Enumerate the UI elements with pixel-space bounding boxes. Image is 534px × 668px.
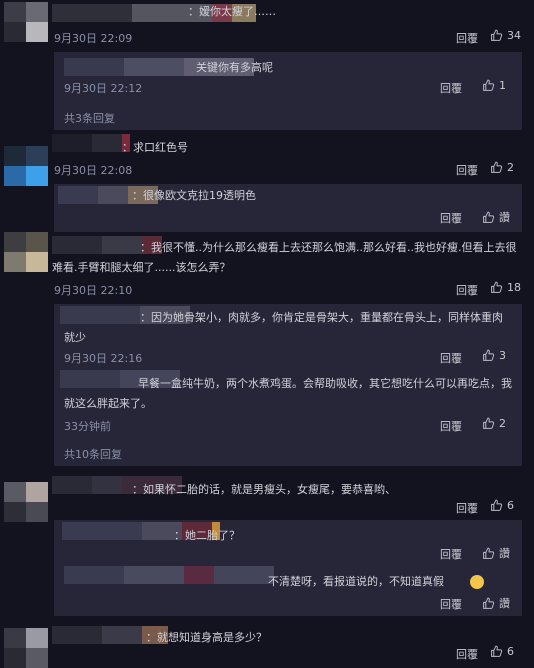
reply-reply-button[interactable]: 回覆 <box>440 210 462 226</box>
view-more-replies-link[interactable]: 共3条回复 <box>64 110 115 126</box>
reply-text: ：她二胎了？ <box>174 529 240 542</box>
comment-2: ：求口红色号 9月30日 22:08 回覆 2 ：很像欧文克拉19透明色 回覆讚 <box>0 0 534 666</box>
reply-reply-button[interactable]: 回覆 <box>440 596 462 612</box>
username-blurred[interactable] <box>52 626 168 644</box>
reply-box <box>54 304 522 466</box>
comment-text: ：如果怀二胎的话，就是男瘦头，女瘦尾，要恭喜哟、 <box>132 483 396 496</box>
reply-text: 不清楚呀，看报道说的，不知道真假 <box>268 575 444 588</box>
thumbs-up-icon <box>483 79 495 91</box>
reply-like-count: 1 <box>499 79 506 92</box>
view-more-replies-link[interactable]: 共10条回复 <box>64 446 122 462</box>
reply-like-count: 3 <box>499 349 506 362</box>
reply-text: ：很像欧文克拉19透明色 <box>132 189 256 202</box>
like-button[interactable]: 6 <box>490 645 514 658</box>
comment-text: ：求口红色号 <box>122 141 188 154</box>
thumbs-up-icon <box>483 211 495 223</box>
reply-username-blurred[interactable] <box>58 186 158 204</box>
like-button[interactable]: 6 <box>490 499 514 512</box>
reply-like-button[interactable]: 讚 <box>482 595 510 611</box>
reply-reply-button[interactable]: 回覆 <box>440 80 462 96</box>
reply-time: 9月30日 22:16 <box>64 352 143 365</box>
reply-like-button[interactable]: 2 <box>482 417 506 430</box>
like-count: 6 <box>507 499 514 512</box>
comment-4: ：如果怀二胎的话，就是男瘦头，女瘦尾，要恭喜哟、 回覆 6 ：她二胎了？ 回覆讚不清楚呀… <box>0 0 534 666</box>
reply-username-blurred[interactable] <box>60 370 180 388</box>
username-blurred[interactable] <box>52 4 256 22</box>
reply-username-blurred[interactable] <box>62 522 220 540</box>
reply-text: 早餐一盒纯牛奶，两个水煮鸡蛋。会帮助吸收，其它想吃什么可以再吃点，我就这么胖起来… <box>64 377 512 410</box>
reply-button[interactable]: 回覆 <box>456 162 478 178</box>
reply-reply-button[interactable]: 回覆 <box>440 418 462 434</box>
reply-box <box>54 184 522 232</box>
reply-like-count: 2 <box>499 417 506 430</box>
reply-like-count: 讚 <box>499 211 510 224</box>
comment-text: ：嫒你太瘦了…… <box>188 5 276 18</box>
reply-like-count: 讚 <box>499 547 510 560</box>
reply-username-blurred[interactable] <box>60 306 190 324</box>
reply-button[interactable]: 回覆 <box>456 282 478 298</box>
avatar[interactable] <box>4 628 48 668</box>
username-blurred[interactable] <box>52 236 162 254</box>
smile-emoji-icon <box>470 575 484 589</box>
reply-reply-button[interactable]: 回覆 <box>440 350 462 366</box>
thumbs-up-icon <box>491 499 503 511</box>
reply-like-button[interactable]: 3 <box>482 349 506 362</box>
like-count: 34 <box>507 29 521 42</box>
reply-username-blurred[interactable] <box>64 58 254 76</box>
thumbs-up-icon <box>491 645 503 657</box>
like-count: 2 <box>507 161 514 174</box>
thumbs-up-icon <box>483 349 495 361</box>
reply-text: 关键你有多高呢 <box>196 61 273 74</box>
like-count: 18 <box>507 281 521 294</box>
username-blurred[interactable] <box>52 476 182 494</box>
reply-reply-button[interactable]: 回覆 <box>440 546 462 562</box>
thumbs-up-icon <box>483 417 495 429</box>
reply-box <box>54 370 522 438</box>
avatar[interactable] <box>4 2 48 42</box>
like-button[interactable]: 34 <box>490 29 521 42</box>
thumbs-up-icon <box>483 597 495 609</box>
reply-like-button[interactable]: 讚 <box>482 209 510 225</box>
username-blurred[interactable] <box>52 134 130 152</box>
comment-text: ：就想知道身高是多少？ <box>146 631 267 644</box>
comment-time: 9月30日 22:10 <box>54 284 133 297</box>
avatar[interactable] <box>4 232 48 272</box>
reply-button[interactable]: 回覆 <box>456 646 478 662</box>
avatar[interactable] <box>4 482 48 522</box>
thumbs-up-icon <box>491 161 503 173</box>
reply-box <box>54 52 522 130</box>
like-count: 6 <box>507 645 514 658</box>
like-button[interactable]: 18 <box>490 281 521 294</box>
thumbs-up-icon <box>491 281 503 293</box>
comment-1: ：嫒你太瘦了…… 9月30日 22:09 回覆 34 关键你有多高呢 9月30日 22:1… <box>0 0 534 666</box>
reply-time: 9月30日 22:12 <box>64 82 143 95</box>
reply-time: 33分钟前 <box>64 420 111 433</box>
comment-5: ：就想知道身高是多少？ 回覆 6 <box>0 0 534 668</box>
comment-time: 9月30日 22:08 <box>54 164 133 177</box>
comment-3: ：我很不懂..为什么那么瘦看上去还那么饱满..那么好看..我也好瘦.但看上去很难… <box>0 0 534 666</box>
thumbs-up-icon <box>483 547 495 559</box>
reply-button[interactable]: 回覆 <box>456 30 478 46</box>
reply-box <box>54 520 522 616</box>
avatar[interactable] <box>4 146 48 186</box>
comment-text: ：我很不懂..为什么那么瘦看上去还那么饱满..那么好看..我也好瘦.但看上去很难… <box>52 241 517 274</box>
thumbs-up-icon <box>491 29 503 41</box>
reply-like-count: 讚 <box>499 597 510 610</box>
reply-username-blurred[interactable] <box>64 566 274 584</box>
like-button[interactable]: 2 <box>490 161 514 174</box>
reply-like-button[interactable]: 1 <box>482 79 506 92</box>
reply-like-button[interactable]: 讚 <box>482 545 510 561</box>
reply-button[interactable]: 回覆 <box>456 500 478 516</box>
reply-text: ：因为她骨架小，肉就多，你肯定是骨架大，重量都在骨头上，同样体重肉就少 <box>64 311 503 344</box>
comment-time: 9月30日 22:09 <box>54 32 133 45</box>
